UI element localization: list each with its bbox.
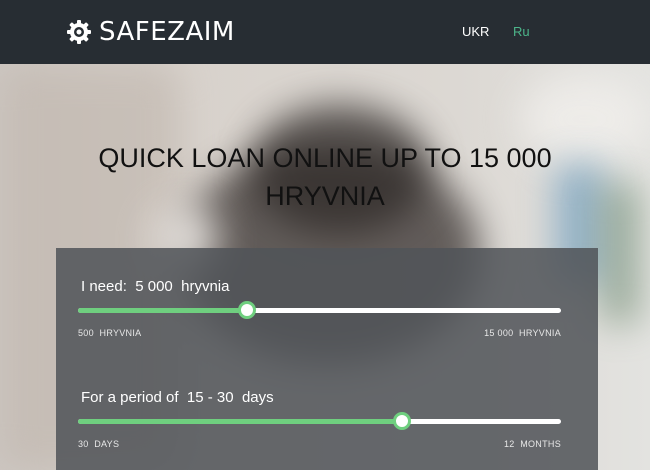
lang-ukr-link[interactable]: UKR [462,24,489,39]
period-unit: days [241,389,274,406]
period-min-label: 30 DAYS [78,439,120,449]
period-prefix: For a period of [81,389,179,406]
period-label: For a period of 15 - 30 days [81,389,274,406]
page-title-line-1: QUICK LOAN ONLINE UP TO 15 000 [98,143,552,173]
amount-unit: hryvnia [181,278,230,295]
amount-label: I need: 5 000 hryvnia [81,278,229,295]
period-slider-handle[interactable] [392,412,411,430]
logo-text: SAFEZAIM [99,17,235,47]
amount-min-label: 500 HRYVNIA [78,328,142,338]
amount-prefix: I need: [81,278,127,295]
site-header: SAFEZAIM UKR Ru [0,0,650,64]
amount-value: 5 000 [135,278,173,295]
amount-slider[interactable] [78,301,561,319]
loan-calculator: I need: 5 000 hryvnia 500 HRYVNIA 15 000… [56,248,598,470]
lang-ru-link[interactable]: Ru [513,24,530,39]
period-value: 15 - 30 [186,389,234,406]
amount-slider-fill [78,308,248,313]
amount-slider-handle[interactable] [238,301,257,319]
period-slider[interactable] [78,412,561,430]
period-slider-fill [78,419,402,424]
logo-gear-icon [67,20,91,44]
logo[interactable]: SAFEZAIM [66,17,235,47]
page-title: QUICK LOAN ONLINE UP TO 15 000 HRYVNIA [0,139,650,215]
period-max-label: 12 MONTHS [503,439,561,449]
amount-max-label: 15 000 HRYVNIA [484,328,561,338]
page-title-line-2: HRYVNIA [265,181,385,211]
